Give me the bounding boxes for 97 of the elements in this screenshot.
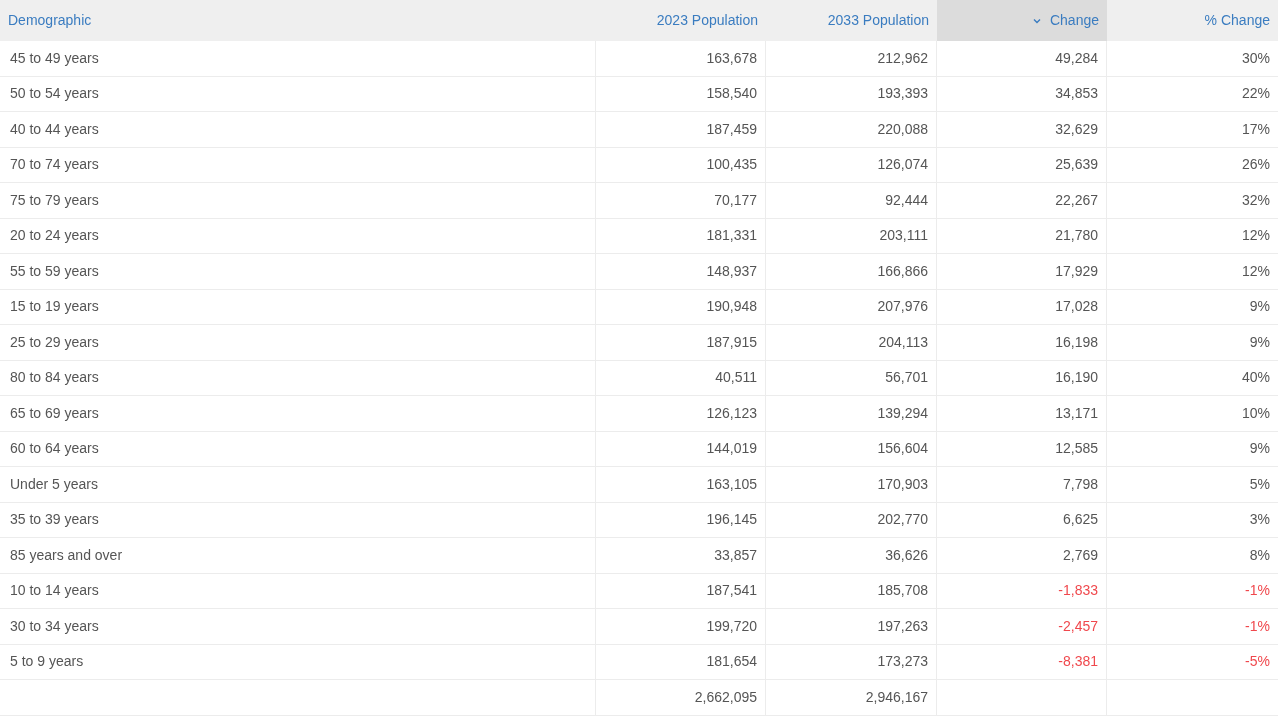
table-cell: 139,294 [766,396,937,431]
table-cell: 17,028 [937,289,1107,324]
table-cell: 70 to 74 years [0,147,596,182]
table-cell: 144,019 [596,431,766,466]
table-cell: 55 to 59 years [0,254,596,289]
table-cell: 187,915 [596,325,766,360]
table-cell: 199,720 [596,609,766,644]
table-cell: 187,541 [596,573,766,608]
column-header[interactable]: Change [937,0,1107,41]
table-cell: 5 to 9 years [0,644,596,679]
table-cell-text: 32% [1240,190,1271,210]
table-cell: 60 to 64 years [0,431,596,466]
table-cell: -2,457 [937,609,1107,644]
table-cell: 207,976 [766,289,937,324]
table-cell: 126,074 [766,147,937,182]
table-cell: 15 to 19 years [0,289,596,324]
table-cell: 126,123 [596,396,766,431]
table-cell: 166,866 [766,254,937,289]
table-cell: 21,780 [937,218,1107,253]
table-cell: 163,105 [596,467,766,502]
table-cell: 6,625 [937,502,1107,537]
table-cell: 16,190 [937,360,1107,395]
table-cell: 187,459 [596,112,766,147]
table-cell: 158,540 [596,76,766,111]
table-cell: 36,626 [766,538,937,573]
table-cell-text: 40% [1240,368,1271,388]
table-cell: 75 to 79 years [0,183,596,218]
table-cell-text: 10% [1240,403,1271,423]
table-cell-text: 9% [1248,439,1271,459]
table-cell: 197,263 [766,609,937,644]
table-cell-text: 5% [1248,474,1271,494]
table-cell: 92,444 [766,183,937,218]
table-cell-text: 30% [1240,48,1271,68]
table-cell: 7,798 [937,467,1107,502]
table-cell: -8,381 [937,644,1107,679]
table-cell: 156,604 [766,431,937,466]
table-cell: -1,833 [937,573,1107,608]
table-cell-text: 8% [1248,545,1271,565]
table-cell: 33,857 [596,538,766,573]
table-cell: 17,929 [937,254,1107,289]
table-cell: 212,962 [766,41,937,76]
table-cell: Under 5 years [0,467,596,502]
table-cell-text: 17% [1240,119,1271,139]
table-cell: 100,435 [596,147,766,182]
table-cell: 85 years and over [0,538,596,573]
column-header[interactable]: 2023 Population [596,0,766,41]
table-cell: 170,903 [766,467,937,502]
table-cell: 80 to 84 years [0,360,596,395]
column-header[interactable]: 2033 Population [766,0,937,41]
table-cell: 22,267 [937,183,1107,218]
table-cell-text: -1% [1244,616,1271,636]
table-cell: 25,639 [937,147,1107,182]
table-cell: 40,511 [596,360,766,395]
table-cell-text: 9% [1248,332,1271,352]
table-cell-text: -1% [1244,581,1271,601]
table-cell: 30 to 34 years [0,609,596,644]
table-cell: 12,585 [937,431,1107,466]
column-header[interactable]: % Change [1107,0,1278,41]
table-cell: 20 to 24 years [0,218,596,253]
table-cell: 16,198 [937,325,1107,360]
total-value: 2,662,095 [694,688,757,707]
total-value: 2,946,167 [865,688,928,707]
table-cell: 163,678 [596,41,766,76]
table-cell: 70,177 [596,183,766,218]
table-cell: 10 to 14 years [0,573,596,608]
table-cell-text: -5% [1244,652,1271,672]
table-cell: 13,171 [937,396,1107,431]
table-cell: 49,284 [937,41,1107,76]
table-cell: 202,770 [766,502,937,537]
table-cell: 181,654 [596,644,766,679]
table-cell: 34,853 [937,76,1107,111]
table-cell: 173,273 [766,644,937,679]
table-cell: 196,145 [596,502,766,537]
table-cell: 185,708 [766,573,937,608]
table-cell-text: 9% [1248,297,1271,317]
table-cell: 204,113 [766,325,937,360]
table-cell: 35 to 39 years [0,502,596,537]
table-cell: 45 to 49 years [0,41,596,76]
table-cell: 190,948 [596,289,766,324]
table-cell-text: 26% [1240,155,1271,175]
table-cell: 25 to 29 years [0,325,596,360]
table-cell: 32,629 [937,112,1107,147]
table-cell-text: 12% [1240,261,1271,281]
table-cell: 40 to 44 years [0,112,596,147]
table-cell: 181,331 [596,218,766,253]
table-cell: 56,701 [766,360,937,395]
table-cell: 148,937 [596,254,766,289]
table-cell: 203,111 [766,218,937,253]
table-cell-text: 3% [1248,510,1271,530]
table-cell-text: 22% [1240,84,1271,104]
table-cell: 193,393 [766,76,937,111]
column-header[interactable]: Demographic [0,0,596,41]
table-cell-text: 12% [1240,226,1271,246]
table-cell: 50 to 54 years [0,76,596,111]
table-cell: 65 to 69 years [0,396,596,431]
table-cell: 2,769 [937,538,1107,573]
table-cell: 220,088 [766,112,937,147]
